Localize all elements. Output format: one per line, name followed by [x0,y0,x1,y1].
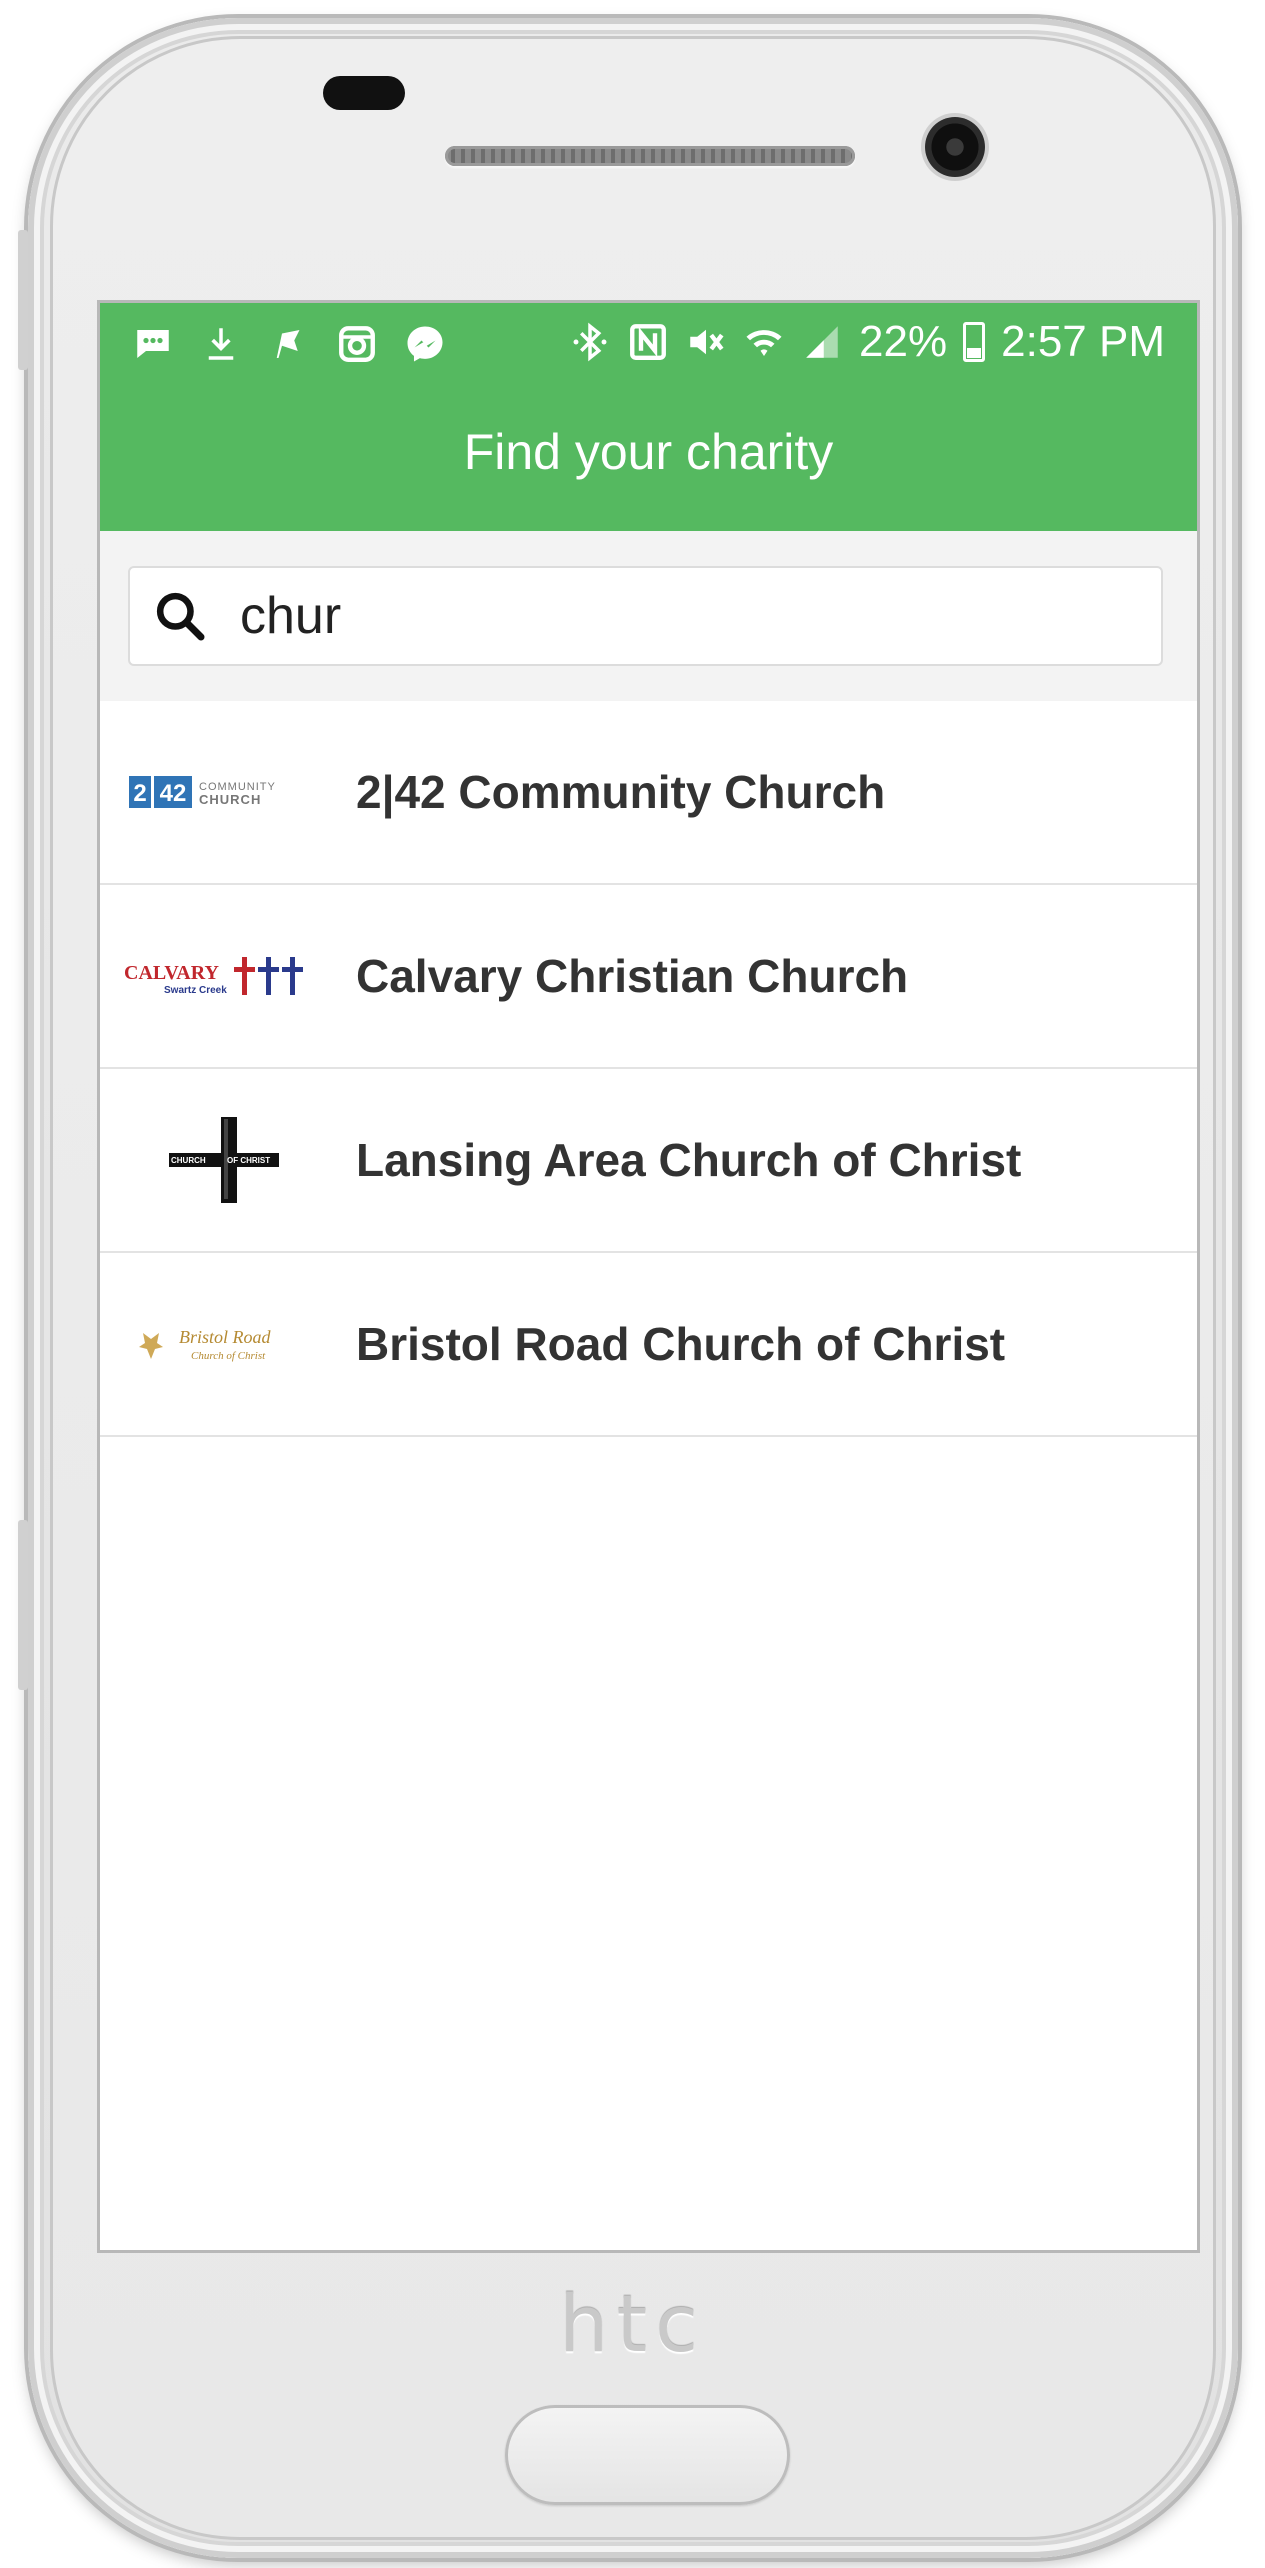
lansing-church-logo: CHURCH OF CHRIST [124,1117,314,1203]
notification-icons [132,323,446,365]
earpiece-speaker [445,146,855,166]
logo-text: 2 [133,780,146,807]
side-button [18,1520,28,1690]
list-item[interactable]: Bristol Road Church of Christ Bristol Ro… [100,1253,1197,1437]
brand-logo: htc [559,2280,706,2370]
home-button[interactable] [505,2405,790,2505]
charity-name: 2|42 Community Church [356,766,886,818]
messenger-icon [407,326,443,362]
calvary-logo: CALVARY Swartz Creek [124,936,314,1016]
app-bar: 22% 2:57 PM Find your charity [100,303,1197,531]
mute-icon [690,329,724,355]
logo-text: CHURCH [171,1156,206,1165]
search-section [100,531,1197,701]
search-bar[interactable] [128,566,1163,666]
volume-button [18,230,28,370]
battery-icon [963,322,986,362]
app-screen: 22% 2:57 PM Find your charity chur 2 42 … [100,303,1197,2250]
results-list: 2 42 COMMUNITY CHURCH 2|42 Community Chu… [100,701,1197,1437]
download-icon [208,328,234,360]
list-item[interactable]: 2 42 COMMUNITY CHURCH 2|42 Community Chu… [100,701,1197,885]
charity-name: Lansing Area Church of Christ [356,1134,1022,1186]
front-camera-icon [925,117,985,177]
signal-icon [806,326,838,358]
charity-name: Bristol Road Church of Christ [356,1318,1006,1370]
search-icon[interactable] [152,588,208,644]
flag-icon [276,330,300,358]
logo-text: Church of Christ [191,1350,266,1362]
logo-text: 42 [160,780,187,807]
message-icon [137,330,169,358]
search-input[interactable] [238,585,1122,647]
device-mockup: 22% 2:57 PM Find your charity chur 2 42 … [0,0,1265,2568]
instagram-icon [339,326,375,362]
charity-name: Calvary Christian Church [356,950,909,1002]
nfc-icon [630,324,666,360]
proximity-sensor [323,76,405,110]
bluetooth-icon [573,322,607,362]
logo-text: CHURCH [199,792,261,807]
242-logo-graphic: 2 42 COMMUNITY CHURCH [129,776,275,808]
242-community-church-logo: 2 42 COMMUNITY CHURCH [124,752,314,832]
system-status: 22% 2:57 PM [569,317,1165,367]
status-bar: 22% 2:57 PM [100,311,1197,386]
battery-percent: 22% [859,317,948,366]
list-item[interactable]: CALVARY Swartz Creek Calvary Christian C… [100,885,1197,1069]
wifi-icon [746,330,782,356]
page-title: Find your charity [463,424,834,480]
logo-text: Bristol Road [179,1327,272,1347]
logo-text: Swartz Creek [164,985,227,996]
cross-icon: CHURCH OF CHRIST [169,1117,279,1203]
calvary-logo-graphic: CALVARY Swartz Creek [124,957,303,996]
clock: 2:57 PM [1001,317,1165,366]
bristol-road-logo: Bristol Road Church of Christ [124,1304,314,1384]
logo-text: OF CHRIST [227,1156,270,1165]
bristol-logo-graphic: Bristol Road Church of Christ [139,1327,272,1362]
list-item[interactable]: CHURCH OF CHRIST Lansing Area Church of … [100,1069,1197,1253]
logo-text: CALVARY [124,962,219,984]
